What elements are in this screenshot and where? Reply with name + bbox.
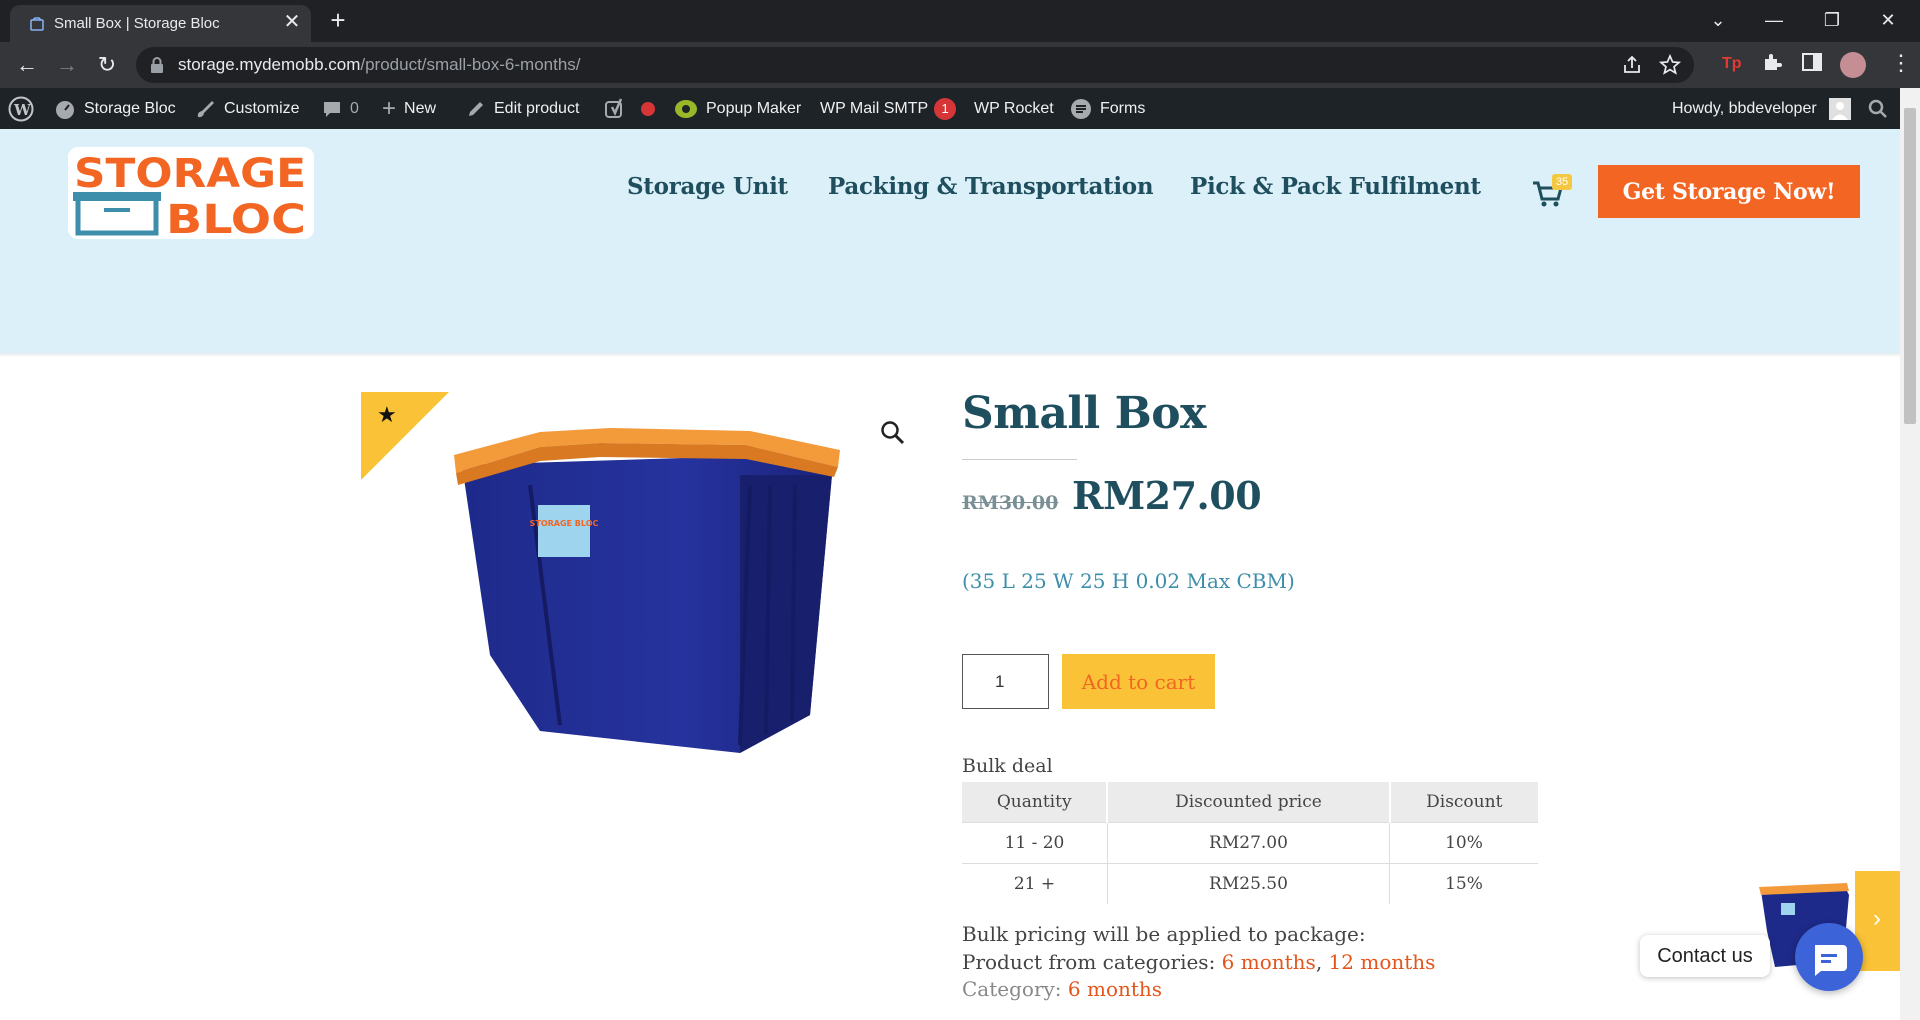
admin-search-icon[interactable] (1868, 88, 1888, 129)
yoast-icon[interactable] (604, 88, 634, 129)
bulk-deal-title: Bulk deal (962, 755, 1053, 777)
admin-wp-rocket[interactable]: WP Rocket (974, 88, 1054, 129)
extensions-puzzle-icon[interactable] (1760, 50, 1784, 74)
profile-avatar[interactable] (1840, 52, 1866, 78)
sale-price: RM27.00 (1072, 473, 1262, 518)
tab-title: Small Box | Storage Bloc (54, 15, 220, 32)
scrollbar-thumb[interactable] (1904, 108, 1916, 424)
svg-text:Tp: Tp (1722, 55, 1742, 72)
admin-edit-product[interactable]: Edit product (466, 88, 579, 129)
bulk-categories-line: Product from categories: 6 months, 12 mo… (962, 950, 1436, 974)
url-text: storage.mydemobb.com/product/small-box-6… (178, 55, 581, 74)
nav-storage-unit[interactable]: Storage Unit (627, 173, 788, 200)
chevron-right-icon: › (1873, 905, 1881, 932)
admin-forms[interactable]: Forms (1070, 88, 1145, 129)
tp-extension-icon[interactable]: Tp (1720, 50, 1744, 74)
admin-site-name[interactable]: Storage Bloc (54, 88, 176, 129)
cart-count-badge: 35 (1552, 174, 1572, 190)
featured-corner-ribbon (361, 392, 449, 480)
column-header: Discount (1389, 782, 1538, 822)
user-avatar-icon (1829, 97, 1852, 120)
svg-text:STORAGE BLOC: STORAGE BLOC (530, 519, 599, 528)
header-shadow (0, 353, 1900, 357)
admin-comments[interactable]: 0 (322, 88, 359, 129)
discount-cell: 10% (1389, 821, 1538, 863)
bulk-pricing-note: Bulk pricing will be applied to package: (962, 922, 1366, 946)
add-to-cart-button[interactable]: Add to cart (1062, 654, 1215, 709)
quantity-cell: 21 + (962, 862, 1108, 904)
popup-maker-icon (675, 99, 697, 118)
chrome-menu-icon[interactable]: ⋮ (1890, 48, 1912, 78)
product-dimensions: (35 L 25 W 25 H 0.02 Max CBM) (962, 569, 1295, 593)
product-image-blue-storage-box[interactable]: STORAGE BLOC (450, 425, 848, 755)
page-favicon-icon (30, 17, 44, 31)
chat-widget-button[interactable] (1795, 923, 1863, 991)
plus-icon: + (382, 95, 397, 123)
table-row: 11 - 20 RM27.00 10% (962, 821, 1538, 863)
nav-packing-transportation[interactable]: Packing & Transportation (828, 173, 1154, 200)
category-link[interactable]: 6 months (1068, 977, 1162, 1001)
svg-text:W: W (13, 101, 32, 119)
seo-status-dot (641, 102, 655, 116)
contact-us-label[interactable]: Contact us (1640, 935, 1770, 977)
wp-admin-bar: W Storage Bloc Customize 0 + New Edit pro… (0, 88, 1920, 129)
restore-icon[interactable]: ❐ (1814, 6, 1850, 34)
featured-star-icon: ★ (377, 402, 397, 427)
discount-cell: 15% (1389, 862, 1538, 904)
column-header: Discounted price (1107, 782, 1391, 822)
admin-wp-mail-smtp[interactable]: WP Mail SMTP 1 (820, 88, 957, 129)
new-tab-icon[interactable]: + (324, 6, 352, 34)
table-header-row: Quantity Discounted price Discount (962, 782, 1538, 822)
quantity-input[interactable] (962, 654, 1049, 709)
category-link-12-months[interactable]: 12 months (1329, 950, 1436, 974)
forms-icon (1071, 98, 1091, 119)
column-header: Quantity (962, 782, 1109, 822)
browser-toolbar: ← → ↻ storage.mydemobb.com/product/small… (0, 42, 1920, 88)
svg-text:BLOC: BLOC (166, 197, 306, 239)
tab-close-icon[interactable]: ✕ (282, 12, 302, 32)
nav-pick-pack-fulfilment[interactable]: Pick & Pack Fulfilment (1190, 173, 1481, 200)
back-icon[interactable]: ← (12, 50, 42, 80)
minimize-icon[interactable]: — (1756, 6, 1792, 34)
storage-bloc-logo[interactable]: STORAGE BLOC (68, 147, 314, 239)
reload-icon[interactable]: ↻ (92, 50, 122, 80)
pencil-icon (469, 101, 483, 116)
product-category-line: Category: 6 months (962, 977, 1163, 1001)
wordpress-logo-icon[interactable]: W (8, 88, 42, 129)
zoom-magnifier-icon[interactable] (880, 420, 906, 446)
comment-icon (324, 101, 340, 117)
get-storage-now-button[interactable]: Get Storage Now! (1598, 165, 1860, 218)
forward-icon[interactable]: → (52, 50, 82, 80)
regular-price: RM30.00 (962, 492, 1059, 514)
address-bar[interactable]: storage.mydemobb.com/product/small-box-6… (136, 47, 1694, 83)
category-link-6-months[interactable]: 6 months (1222, 950, 1316, 974)
share-icon[interactable] (1620, 53, 1644, 77)
tab-search-icon[interactable]: ⌄ (1700, 6, 1736, 34)
brush-icon (197, 100, 214, 117)
site-header: STORAGE BLOC Storage Unit Packing & Tran… (0, 129, 1900, 353)
admin-new[interactable]: + New (382, 88, 436, 129)
dashboard-icon (56, 100, 74, 119)
bulk-pricing-table: Quantity Discounted price Discount 11 - … (962, 782, 1538, 904)
price-cell: RM27.00 (1107, 821, 1391, 863)
bookmark-star-icon[interactable] (1658, 53, 1682, 77)
smtp-notification-badge: 1 (934, 97, 957, 120)
admin-popup-maker[interactable]: Popup Maker (674, 88, 801, 129)
price-cell: RM25.50 (1107, 862, 1391, 904)
title-divider (962, 459, 1077, 460)
browser-tab[interactable]: Small Box | Storage Bloc ✕ (10, 5, 311, 42)
browser-tab-strip: Small Box | Storage Bloc ✕ + ⌄ — ❐ ✕ (0, 0, 1920, 42)
svg-text:STORAGE: STORAGE (74, 151, 306, 197)
admin-howdy[interactable]: Howdy, bbdeveloper (1672, 88, 1852, 129)
quantity-cell: 11 - 20 (962, 821, 1108, 863)
close-window-icon[interactable]: ✕ (1870, 6, 1906, 34)
admin-customize[interactable]: Customize (194, 88, 300, 129)
side-panel-icon[interactable] (1800, 50, 1824, 74)
lock-icon (151, 57, 163, 73)
table-row: 21 + RM25.50 15% (962, 862, 1538, 904)
product-title: Small Box (962, 388, 1206, 439)
chat-bubble-icon (1815, 945, 1847, 976)
